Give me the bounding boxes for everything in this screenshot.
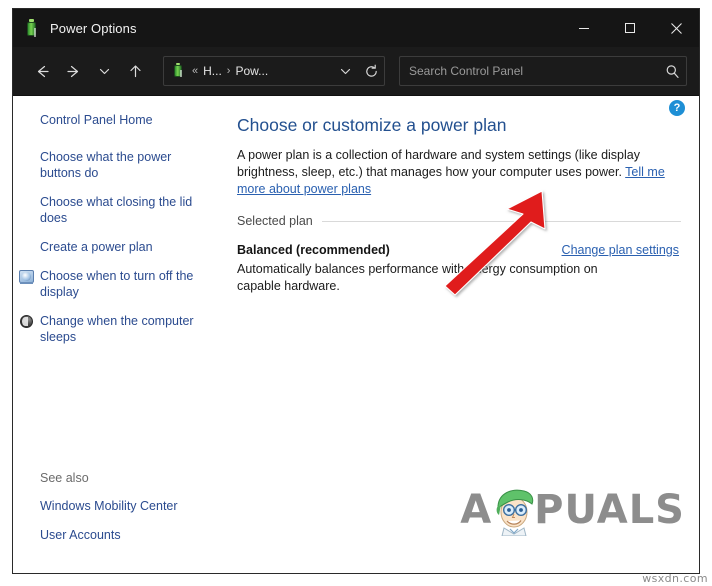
address-chevron-down-icon[interactable] xyxy=(332,57,358,85)
close-button[interactable] xyxy=(653,9,699,47)
content-pane: ? Choose or customize a power plan A pow… xyxy=(225,96,699,573)
sidebar-item-power-buttons[interactable]: Choose what the power buttons do xyxy=(13,149,225,181)
battery-icon xyxy=(23,19,41,37)
search-box[interactable] xyxy=(399,56,687,86)
change-plan-settings-link[interactable]: Change plan settings xyxy=(562,242,679,259)
refresh-icon[interactable] xyxy=(358,57,384,85)
sidebar-item-label: Choose when to turn off the display xyxy=(40,269,194,299)
window-body: Control Panel Home Choose what the power… xyxy=(13,96,699,573)
help-icon[interactable]: ? xyxy=(669,100,685,116)
power-plan-row: Balanced (recommended) Automatically bal… xyxy=(237,242,681,295)
sidebar-item-create-power-plan[interactable]: Create a power plan xyxy=(13,239,225,255)
breadcrumb-item-power[interactable]: Pow... xyxy=(235,64,268,78)
screenshot-root: Power Options « H... › Pow... Search Con… xyxy=(0,0,712,586)
window-controls xyxy=(561,9,699,47)
sidebar-item-label: Choose what the power buttons do xyxy=(40,150,172,180)
sidebar-item-windows-mobility-center[interactable]: Windows Mobility Center xyxy=(13,498,225,514)
power-plan-description: Automatically balances performance with … xyxy=(237,262,598,293)
moon-icon xyxy=(19,314,35,330)
sidebar-item-closing-lid[interactable]: Choose what closing the lid does xyxy=(13,194,225,226)
up-arrow-icon[interactable] xyxy=(120,56,151,86)
sidebar-item-user-accounts[interactable]: User Accounts xyxy=(13,527,225,543)
back-arrow-icon[interactable] xyxy=(27,56,58,86)
appuals-mascot-icon xyxy=(492,484,538,537)
selected-plan-label: Selected plan xyxy=(237,214,313,228)
see-also-title: See also xyxy=(40,471,89,485)
window-title: Power Options xyxy=(50,20,137,36)
address-battery-icon xyxy=(171,63,187,79)
see-also-item-label: Windows Mobility Center xyxy=(40,499,178,513)
appuals-brand-text: PUALS xyxy=(534,487,685,533)
selected-plan-section-header: Selected plan xyxy=(237,214,681,228)
source-watermark: wsxdn.com xyxy=(642,572,708,585)
breadcrumb-separator-icon: › xyxy=(226,65,231,77)
maximize-button[interactable] xyxy=(607,9,653,47)
search-icon[interactable] xyxy=(658,57,686,85)
sidebar-item-computer-sleeps[interactable]: Change when the computer sleeps xyxy=(13,313,225,345)
appuals-watermark: A PUALS xyxy=(460,484,685,537)
appuals-brand-prefix: A xyxy=(460,487,493,533)
minimize-button[interactable] xyxy=(561,9,607,47)
breadcrumb-overflow[interactable]: « xyxy=(192,65,198,77)
sidebar-item-label: Choose what closing the lid does xyxy=(40,195,193,225)
forward-arrow-icon[interactable] xyxy=(58,56,89,86)
title-bar: Power Options xyxy=(13,9,699,47)
address-bar[interactable]: « H... › Pow... xyxy=(163,56,385,86)
section-divider xyxy=(321,220,681,222)
search-input[interactable] xyxy=(400,63,658,79)
sidebar-item-control-panel-home[interactable]: Control Panel Home xyxy=(13,112,225,128)
sidebar-item-label: Create a power plan xyxy=(40,240,153,254)
sidebar: Control Panel Home Choose what the power… xyxy=(13,96,225,573)
navigation-toolbar: « H... › Pow... xyxy=(13,47,699,96)
sidebar-item-label: Change when the computer sleeps xyxy=(40,314,194,344)
display-icon xyxy=(19,269,35,285)
see-also-item-label: User Accounts xyxy=(40,528,121,542)
see-also-section: See also Windows Mobility Center User Ac… xyxy=(13,471,225,556)
sidebar-item-label: Control Panel Home xyxy=(40,113,153,127)
page-description-text: A power plan is a collection of hardware… xyxy=(237,148,640,179)
recent-locations-chevron-down-icon[interactable] xyxy=(89,56,120,86)
power-options-window: Power Options « H... › Pow... Search Con… xyxy=(12,8,700,574)
page-description: A power plan is a collection of hardware… xyxy=(237,147,681,198)
sidebar-item-turn-off-display[interactable]: Choose when to turn off the display xyxy=(13,268,225,300)
page-title: Choose or customize a power plan xyxy=(237,115,507,135)
breadcrumb-item-home[interactable]: H... xyxy=(203,64,222,78)
